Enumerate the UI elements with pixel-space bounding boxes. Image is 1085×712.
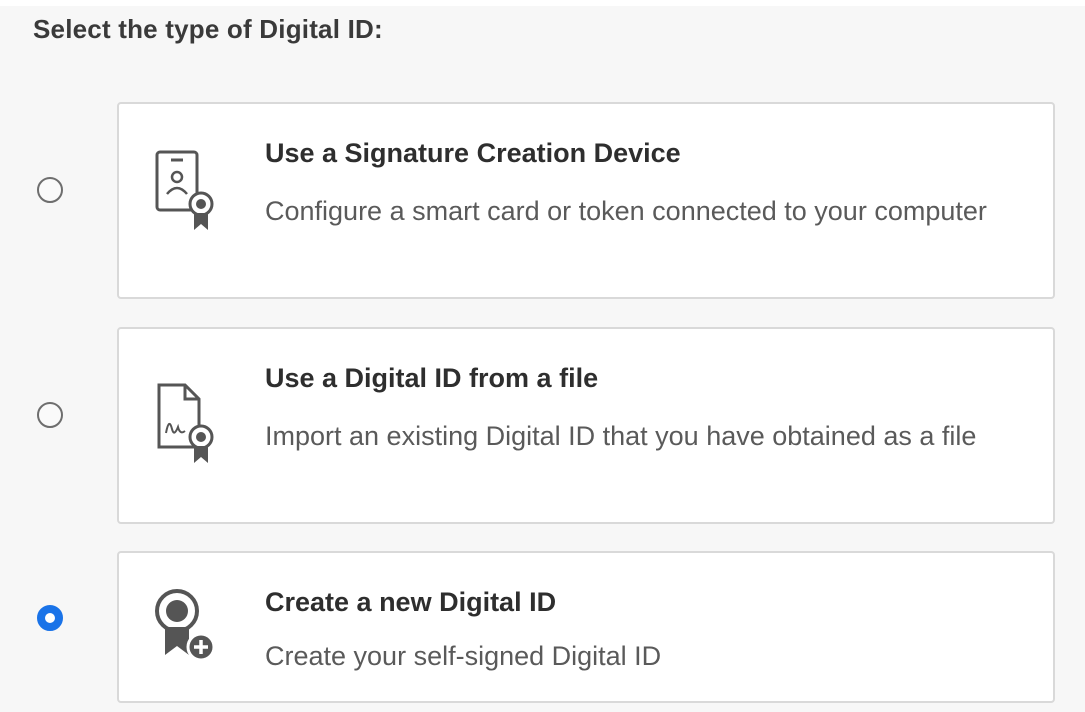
page-title: Select the type of Digital ID: <box>33 14 383 44</box>
digital-id-type-panel: Select the type of Digital ID: Use a Sig… <box>0 0 1085 712</box>
card-description: Create your self-signed Digital ID <box>265 641 662 671</box>
radio-digital-id-file[interactable] <box>37 402 63 428</box>
signature-device-icon <box>155 150 214 230</box>
card-title: Create a new Digital ID <box>265 587 557 617</box>
top-divider <box>0 0 1085 6</box>
card-digital-id-file[interactable]: Use a Digital ID from a file Import an e… <box>117 327 1055 524</box>
card-new-digital-id[interactable]: Create a new Digital ID Create your self… <box>117 551 1055 703</box>
radio-new-digital-id[interactable] <box>37 605 63 631</box>
new-digital-id-icon <box>155 589 216 662</box>
card-title: Use a Signature Creation Device <box>265 138 681 168</box>
card-title: Use a Digital ID from a file <box>265 363 599 393</box>
digital-id-file-icon <box>157 383 214 463</box>
card-signature-device[interactable]: Use a Signature Creation Device Configur… <box>117 102 1055 299</box>
radio-signature-device[interactable] <box>37 177 63 203</box>
card-description: Import an existing Digital ID that you h… <box>265 421 977 451</box>
card-description: Configure a smart card or token connecte… <box>265 196 987 226</box>
